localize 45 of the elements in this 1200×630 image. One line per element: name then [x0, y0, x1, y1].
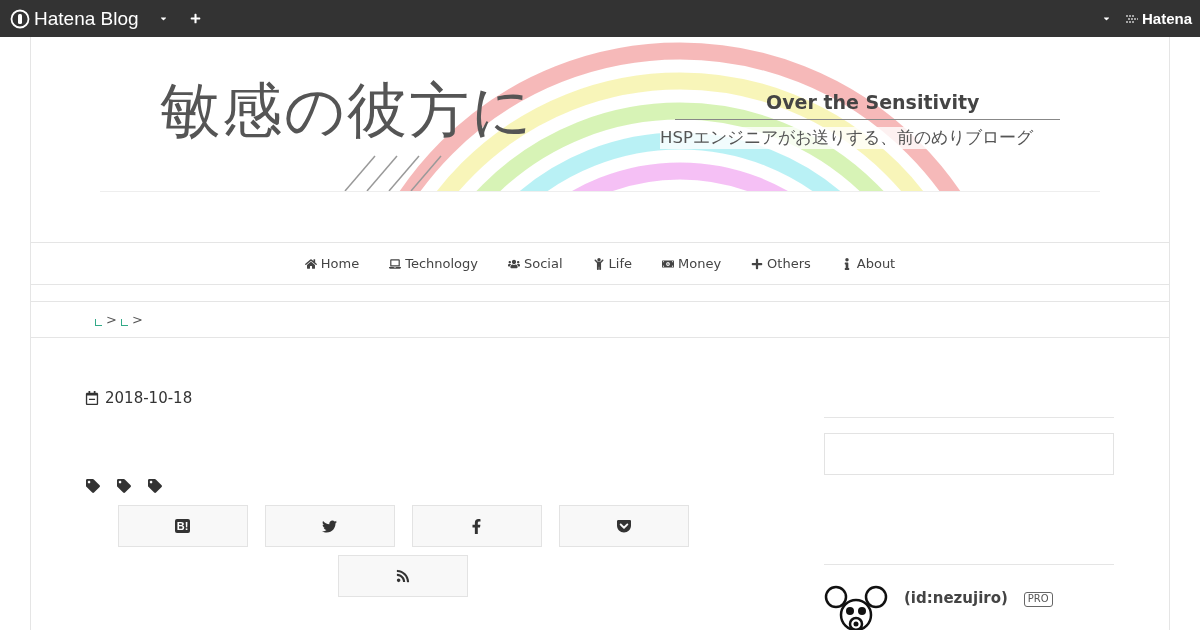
caret-icon — [158, 14, 168, 23]
caret-icon — [1101, 14, 1111, 23]
nav-link[interactable]: Money — [662, 256, 722, 271]
nav-link[interactable]: Life — [592, 256, 632, 271]
blog-header-banner[interactable]: 敏感の彼方に Over the Sensitivity HSPエンジニアがお送りする、前のめりブローグ — [100, 41, 1100, 192]
dropdown-button[interactable] — [1101, 14, 1111, 23]
pocket-icon — [615, 518, 632, 534]
add-button[interactable] — [189, 13, 201, 24]
nav-link[interactable]: Others — [751, 256, 811, 271]
rss-icon — [396, 569, 410, 583]
calendar-icon — [85, 391, 99, 405]
logo-icon — [10, 8, 30, 29]
nav-link[interactable]: Technology — [389, 256, 478, 271]
dropdown-button[interactable] — [158, 14, 168, 23]
nav-link[interactable]: Social — [508, 256, 563, 271]
profile-id[interactable]: (id:nezujiro) — [904, 589, 1008, 630]
share-button[interactable] — [558, 505, 689, 547]
users-icon — [508, 257, 520, 270]
nav-link[interactable]: Home — [304, 256, 360, 271]
tag-icon[interactable] — [86, 479, 100, 493]
blog-title: 敏感の彼方に — [160, 74, 534, 147]
breadcrumb-separator: > — [131, 312, 143, 327]
mouse-avatar-drawing — [824, 583, 888, 630]
hatena-menu[interactable]: Hatena — [1124, 10, 1192, 27]
breadcrumb-separator: > — [106, 312, 117, 327]
hatena-blog-logo[interactable]: Hatena Blog — [10, 7, 139, 30]
hatena-logo-icon — [1124, 13, 1139, 24]
plus-icon — [189, 13, 201, 24]
home-icon — [304, 257, 317, 270]
blog-subtitle: Over the Sensitivity — [766, 91, 980, 113]
broken-image-icon — [120, 319, 128, 326]
bird-icon — [322, 518, 337, 534]
tag-icon[interactable] — [117, 479, 131, 493]
money-icon — [662, 257, 674, 270]
plus-icon — [751, 257, 764, 270]
entry-date: 2018-10-18 — [105, 389, 193, 407]
tag-icon[interactable] — [148, 479, 162, 493]
laptop-icon — [389, 257, 402, 270]
child-icon — [592, 257, 605, 270]
nav-link[interactable]: About — [840, 256, 896, 271]
pro-badge: PRO — [1023, 592, 1053, 607]
f-letter-icon — [469, 518, 484, 534]
broken-image-icon — [95, 319, 102, 326]
share-button[interactable]: B! — [117, 505, 248, 547]
blog-tagline: HSPエンジニアがお送りする、前のめりブローグ — [660, 127, 1033, 149]
